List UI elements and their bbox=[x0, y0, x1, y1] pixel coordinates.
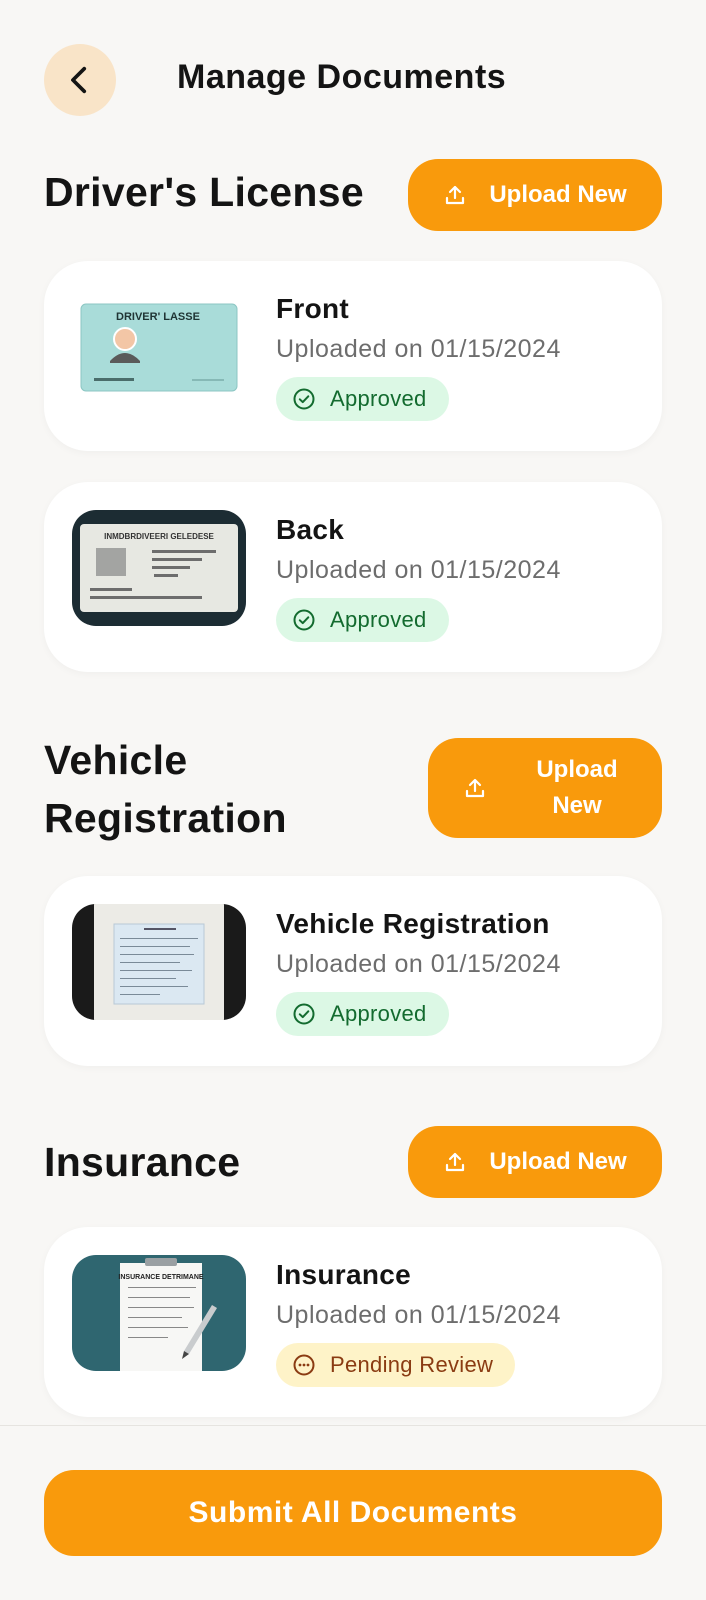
document-name: Insurance bbox=[276, 1259, 411, 1290]
upload-new-button-insurance[interactable]: Upload New bbox=[408, 1126, 662, 1198]
document-card-insurance[interactable]: INSURANCE DETRIMANE Insurance Uploaded o… bbox=[44, 1227, 662, 1417]
thumb-text-insurance: INSURANCE DETRIMANE bbox=[118, 1274, 204, 1281]
document-card-vehicle-registration[interactable]: Vehicle Registration Uploaded on 01/15/2… bbox=[44, 876, 662, 1066]
status-text: Approved bbox=[330, 607, 427, 632]
app-screen: Manage Documents Driver's License Upload… bbox=[0, 0, 706, 1600]
document-name: Front bbox=[276, 293, 350, 324]
section-title-insurance: Insurance bbox=[44, 1139, 241, 1185]
check-circle-icon bbox=[293, 388, 315, 410]
upload-new-label: Upload New bbox=[489, 1148, 627, 1175]
submit-all-documents-button[interactable]: Submit All Documents bbox=[44, 1470, 662, 1556]
status-badge-approved: Approved bbox=[276, 377, 449, 421]
check-circle-icon bbox=[293, 609, 315, 631]
more-horizontal-circle-icon bbox=[293, 1354, 315, 1376]
document-thumbnail-insurance: INSURANCE DETRIMANE bbox=[72, 1255, 246, 1371]
upload-new-button-vehicle-registration[interactable]: Upload New bbox=[428, 738, 662, 838]
page-title: Manage Documents bbox=[177, 58, 507, 96]
thumb-text-back: INMDBRDIVEERI GELEDESE bbox=[104, 532, 214, 541]
thumb-text-front: DRIVER' LASSE bbox=[116, 311, 200, 323]
status-text: Approved bbox=[330, 1001, 427, 1026]
status-text: Approved bbox=[330, 386, 427, 411]
status-badge-pending: Pending Review bbox=[276, 1343, 516, 1387]
header: Manage Documents bbox=[0, 0, 706, 150]
upload-new-label: Upload New bbox=[489, 181, 627, 208]
back-button[interactable] bbox=[44, 44, 116, 116]
chevron-left-icon bbox=[71, 66, 87, 94]
document-upload-date: Uploaded on 01/15/2024 bbox=[276, 1301, 561, 1329]
status-badge-approved: Approved bbox=[276, 598, 449, 642]
document-card-front[interactable]: DRIVER' LASSE Front Uploaded on 01/15/20… bbox=[44, 261, 662, 451]
document-card-back[interactable]: INMDBRDIVEERI GELEDESE Back Uploaded on … bbox=[44, 482, 662, 672]
upload-new-button-drivers-license[interactable]: Upload New bbox=[408, 159, 662, 231]
footer-divider bbox=[0, 1425, 706, 1426]
upload-new-label: Upload New bbox=[536, 756, 618, 819]
document-thumbnail-vehicle-registration bbox=[72, 904, 246, 1020]
check-circle-icon bbox=[293, 1003, 315, 1025]
document-upload-date: Uploaded on 01/15/2024 bbox=[276, 556, 561, 584]
status-badge-approved: Approved bbox=[276, 992, 449, 1036]
section-title-drivers-license: Driver's License bbox=[44, 169, 364, 215]
upload-icon bbox=[446, 185, 465, 205]
document-thumbnail-front: DRIVER' LASSE bbox=[72, 289, 246, 405]
status-text: Pending Review bbox=[330, 1352, 494, 1377]
document-upload-date: Uploaded on 01/15/2024 bbox=[276, 335, 561, 363]
upload-icon bbox=[446, 1152, 465, 1172]
document-name: Vehicle Registration bbox=[276, 908, 550, 939]
upload-icon bbox=[465, 778, 485, 798]
document-name: Back bbox=[276, 514, 345, 545]
section-title-vehicle-registration: Vehicle Registration bbox=[44, 737, 287, 841]
document-upload-date: Uploaded on 01/15/2024 bbox=[276, 950, 561, 978]
document-thumbnail-back: INMDBRDIVEERI GELEDESE bbox=[72, 510, 246, 626]
